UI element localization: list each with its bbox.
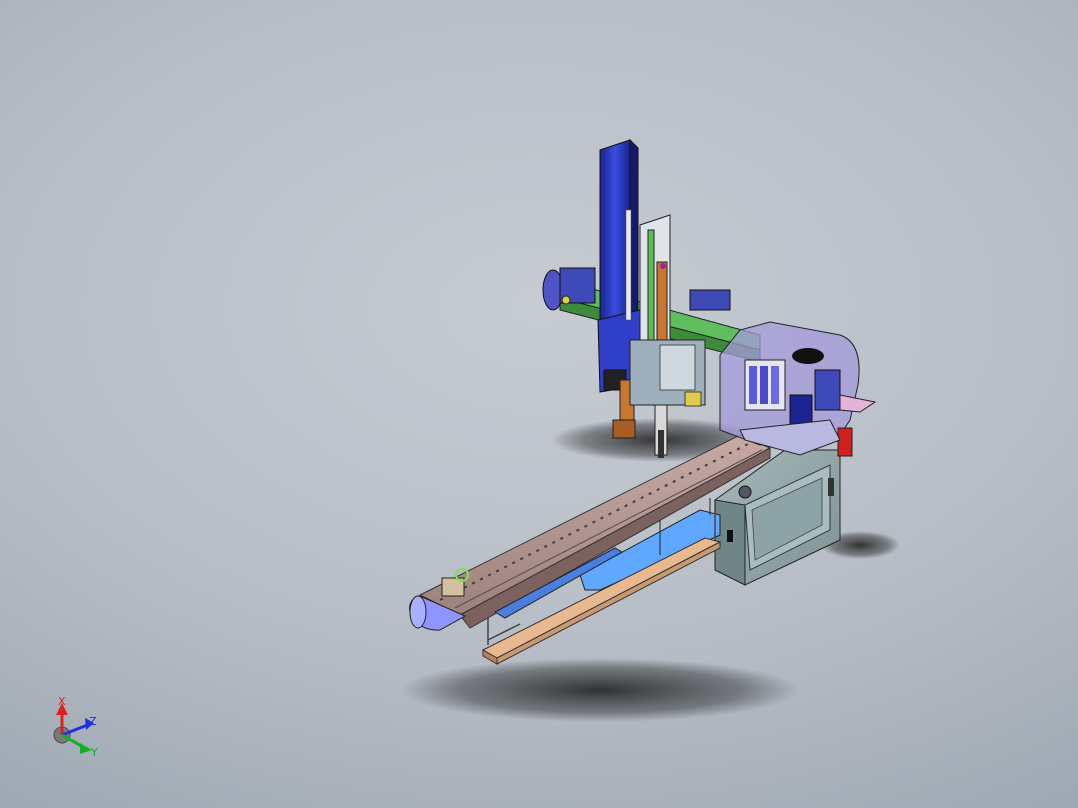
triad-x-label: X — [58, 695, 66, 708]
gantry-robot-model[interactable] — [0, 0, 1078, 808]
cad-graphics-viewport[interactable]: X Z Y — [0, 0, 1078, 808]
triad-y-label: Y — [91, 746, 98, 759]
triad-axes-icon — [53, 703, 94, 754]
motor-enclosure[interactable] — [719, 321, 877, 457]
floor-shadow-bottom — [400, 658, 800, 722]
triad-z-label: Z — [89, 715, 97, 728]
coordinate-triad: X Z Y — [40, 690, 110, 765]
